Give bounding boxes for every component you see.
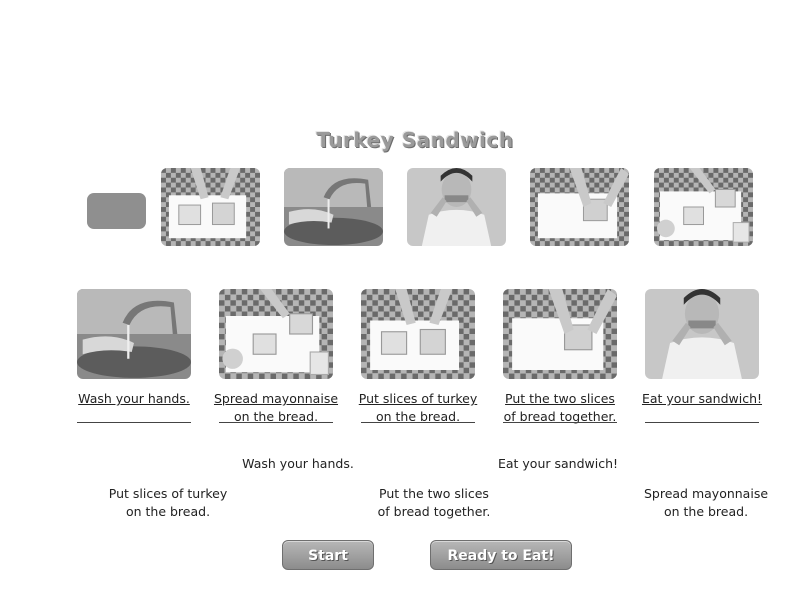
boy-eating-photo[interactable] [645,289,759,379]
option-line: of bread together. [377,504,491,519]
step-caption-line: Eat your sandwich! [641,391,763,406]
answer-line [77,422,191,423]
option-line: on the bread. [663,504,749,519]
spreading-mayo-photo[interactable] [219,289,333,379]
washing-hands-photo[interactable] [284,168,383,246]
step-caption-3: Put slices of turkey on the bread. [354,390,482,426]
step-caption-5: Eat your sandwich! [638,390,766,408]
option-line: Put slices of turkey [108,486,228,501]
step-caption-line: Wash your hands. [78,391,190,406]
option-line: on the bread. [125,504,211,519]
text-option-two-slices[interactable]: Put the two slices of bread together. [364,485,504,521]
spreading-mayo-photo[interactable] [654,168,753,246]
answer-line [503,422,617,423]
step-caption-2: Spread mayonnaise on the bread. [212,390,340,426]
pressing-bread-photo[interactable] [530,168,629,246]
pressing-bread-photo[interactable] [503,289,617,379]
option-line: Eat your sandwich! [497,456,619,471]
text-option-wash-hands[interactable]: Wash your hands. [228,455,368,473]
text-option-eat-sandwich[interactable]: Eat your sandwich! [488,455,628,473]
step-caption-4: Put the two slices of bread together. [496,390,624,426]
page-title: Turkey Sandwich [316,128,514,152]
putting-turkey-photo[interactable] [161,168,260,246]
step-caption-1: Wash your hands. [72,390,196,408]
text-option-spread-mayo[interactable]: Spread mayonnaise on the bread. [636,485,776,521]
option-line: Put the two slices [379,486,489,501]
step-caption-line: of bread together. [503,409,617,424]
ready-to-eat-button[interactable]: Ready to Eat! [430,540,572,570]
putting-turkey-photo[interactable] [361,289,475,379]
start-button[interactable]: Start [282,540,374,570]
answer-line [219,422,333,423]
step-caption-line: Spread mayonnaise [213,391,339,406]
option-line: Wash your hands. [242,456,354,471]
washing-hands-photo[interactable] [77,289,191,379]
answer-line [645,422,759,423]
option-line: Spread mayonnaise [643,486,769,501]
step-caption-line: Put slices of turkey [358,391,478,406]
step-caption-line: Put the two slices [505,391,615,406]
answer-drop-slot[interactable] [87,193,146,229]
step-caption-line: on the bread. [233,409,319,424]
step-caption-line: on the bread. [375,409,461,424]
boy-eating-photo[interactable] [407,168,506,246]
answer-line [361,422,475,423]
text-option-put-turkey[interactable]: Put slices of turkey on the bread. [98,485,238,521]
